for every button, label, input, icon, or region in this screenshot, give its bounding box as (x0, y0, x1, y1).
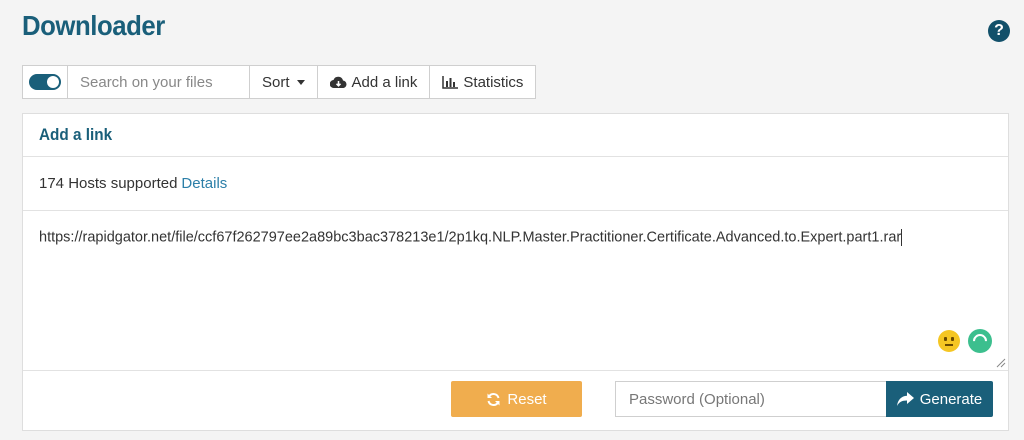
add-link-button[interactable]: Add a link (317, 65, 431, 99)
add-link-label: Add a link (351, 73, 418, 91)
statistics-label: Statistics (463, 73, 524, 91)
password-input[interactable] (615, 381, 887, 417)
page-title: Downloader (22, 10, 165, 41)
cloud-download-icon (329, 76, 346, 88)
details-link[interactable]: Details (181, 175, 227, 192)
text-cursor (901, 229, 903, 246)
hosts-info: 174 Hosts supported Details (23, 157, 1008, 211)
caret-down-icon (296, 79, 305, 85)
panel-header: Add a link (23, 114, 1008, 157)
toolbar: Sort Add a link Statistics (22, 65, 537, 101)
loading-spinner-icon (968, 329, 992, 353)
hosts-text: 174 Hosts supported (39, 175, 178, 192)
link-textarea[interactable]: https://rapidgator.net/file/ccf67f262797… (23, 211, 1008, 371)
help-icon[interactable]: ? (988, 20, 1010, 42)
add-link-panel: Add a link 174 Hosts supported Details h… (22, 113, 1009, 431)
reset-label: Reset (507, 390, 547, 408)
bar-chart-icon (442, 75, 459, 89)
generate-button[interactable]: Generate (886, 381, 993, 417)
reset-button[interactable]: Reset (451, 381, 582, 417)
share-arrow-icon (896, 392, 914, 406)
toggle-switch-icon[interactable] (29, 74, 61, 90)
generate-label: Generate (919, 390, 983, 408)
statistics-button[interactable]: Statistics (430, 65, 537, 99)
refresh-icon (487, 392, 500, 406)
sort-button[interactable]: Sort (250, 65, 318, 99)
resize-handle-icon[interactable] (996, 358, 1006, 368)
search-input[interactable] (68, 65, 250, 99)
neutral-face-icon[interactable] (938, 330, 960, 352)
link-textarea-value: https://rapidgator.net/file/ccf67f262797… (39, 229, 903, 246)
sort-label: Sort (262, 73, 290, 91)
panel-title: Add a link (39, 125, 113, 144)
view-toggle[interactable] (22, 65, 68, 99)
